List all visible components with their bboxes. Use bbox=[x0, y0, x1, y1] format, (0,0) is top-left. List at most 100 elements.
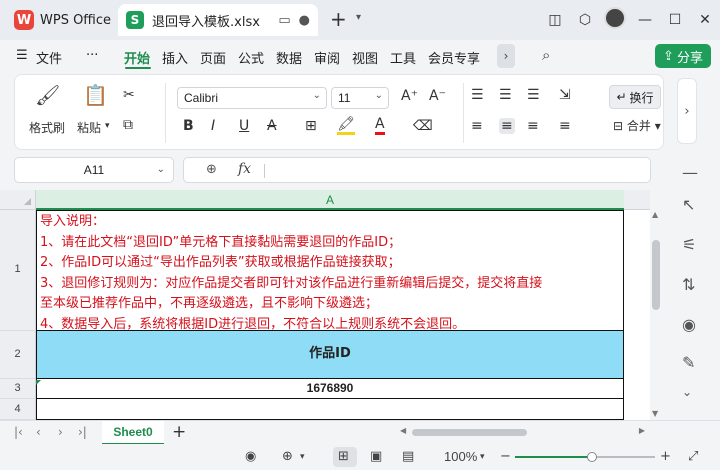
merge-button[interactable]: ⊟ 合并 ▾ bbox=[613, 117, 661, 134]
first-sheet-icon[interactable]: |‹ bbox=[14, 425, 23, 439]
paste-icon[interactable]: 📋 bbox=[83, 83, 108, 107]
monitor-icon[interactable]: ▭ bbox=[278, 13, 290, 28]
align-center-icon[interactable]: ≡ bbox=[499, 118, 515, 134]
new-tab-button[interactable]: + bbox=[330, 8, 347, 30]
scroll-up-icon[interactable]: ▲ bbox=[652, 210, 658, 219]
zoom-slider-knob[interactable] bbox=[587, 452, 597, 462]
unsaved-dot-icon[interactable]: ● bbox=[299, 13, 310, 28]
row-header-1[interactable]: 1 bbox=[0, 210, 36, 331]
next-sheet-icon[interactable]: › bbox=[58, 425, 63, 439]
fx-icon[interactable]: fx bbox=[238, 161, 251, 177]
fill-color-icon[interactable]: 🖍 bbox=[337, 116, 355, 135]
font-color-icon[interactable]: A bbox=[375, 116, 385, 135]
tools-icon[interactable]: ✎ bbox=[682, 353, 695, 372]
chevron-down-icon[interactable]: ▾ bbox=[356, 12, 361, 23]
select-cursor-icon[interactable]: ↖ bbox=[682, 195, 695, 214]
hamburger-icon[interactable]: ☰ bbox=[16, 48, 28, 63]
select-all-corner[interactable] bbox=[0, 190, 36, 210]
cell-a1-instructions[interactable]: 导入说明： 1、请在此文档“退回ID”单元格下直接黏贴需要退回的作品ID； 2、… bbox=[36, 210, 624, 332]
minimize-button[interactable]: — bbox=[630, 12, 660, 28]
chevron-down-icon[interactable]: ▾ bbox=[300, 452, 305, 462]
cell-a4[interactable] bbox=[36, 399, 624, 420]
align-bottom-icon[interactable]: ☰ bbox=[527, 87, 540, 103]
sheet-tab-sheet0[interactable]: Sheet0 bbox=[102, 421, 164, 445]
ribbon-next-icon[interactable]: › bbox=[677, 78, 697, 144]
cell-a2-header[interactable]: 作品ID bbox=[36, 331, 624, 379]
borders-icon[interactable]: ⊞ bbox=[305, 118, 317, 134]
horizontal-scroll-thumb[interactable] bbox=[412, 429, 527, 436]
menu-page[interactable]: 页面 bbox=[200, 48, 226, 67]
sort-icon[interactable]: ⇅ bbox=[682, 275, 695, 294]
paste-label[interactable]: 粘贴 bbox=[77, 119, 101, 136]
strikethrough-icon[interactable]: A bbox=[267, 118, 277, 134]
wps-home-tab[interactable]: W WPS Office bbox=[8, 6, 117, 34]
cube-icon[interactable]: ⬡ bbox=[570, 12, 600, 28]
decrease-font-icon[interactable]: A⁻ bbox=[429, 88, 446, 104]
page-layout-icon[interactable]: ▣ bbox=[370, 449, 382, 464]
scroll-left-icon[interactable]: ◀ bbox=[400, 426, 406, 435]
row-header-4[interactable]: 4 bbox=[0, 399, 36, 420]
wrap-text-button[interactable]: ↵ 换行 bbox=[609, 85, 661, 109]
justify-icon[interactable]: ≡ bbox=[559, 118, 571, 134]
properties-icon[interactable]: ⚟ bbox=[682, 235, 696, 254]
page-break-icon[interactable]: ▤ bbox=[402, 449, 414, 464]
menu-formulas[interactable]: 公式 bbox=[238, 48, 264, 67]
name-box[interactable]: A11 ⌄ bbox=[14, 157, 174, 183]
search-icon[interactable]: ⌕ bbox=[542, 46, 550, 64]
format-painter-icon[interactable]: 🖌 bbox=[35, 83, 60, 107]
vertical-scroll-thumb[interactable] bbox=[652, 240, 660, 310]
underline-icon[interactable]: U bbox=[239, 118, 249, 134]
cell-a3-value[interactable]: 1676890 bbox=[36, 379, 624, 399]
format-painter-label[interactable]: 格式刷 bbox=[29, 119, 65, 136]
fullscreen-icon[interactable]: ⤢ bbox=[688, 449, 698, 464]
menu-data[interactable]: 数据 bbox=[276, 48, 302, 67]
row-header-3[interactable]: 3 bbox=[0, 379, 36, 399]
zoom-slider[interactable] bbox=[515, 452, 655, 462]
increase-font-icon[interactable]: A⁺ bbox=[401, 88, 418, 104]
menu-home[interactable]: 开始 bbox=[124, 48, 150, 67]
ai-icon[interactable]: ◉ bbox=[682, 315, 696, 334]
align-right-icon[interactable]: ≡ bbox=[527, 118, 539, 134]
menu-view[interactable]: 视图 bbox=[352, 48, 378, 67]
layout-icon[interactable]: ◫ bbox=[540, 12, 570, 28]
eye-protection-icon[interactable]: ◉ bbox=[245, 449, 256, 464]
share-button[interactable]: ⇪ 分享 bbox=[655, 44, 711, 68]
add-sheet-button[interactable]: + bbox=[172, 422, 186, 442]
menu-file[interactable]: 文件 bbox=[36, 48, 62, 67]
menu-insert[interactable]: 插入 bbox=[162, 48, 188, 67]
italic-icon[interactable]: I bbox=[211, 118, 215, 134]
more-icon[interactable]: ··· bbox=[86, 48, 98, 63]
maximize-button[interactable]: ☐ bbox=[660, 12, 690, 28]
collapse-icon[interactable]: — bbox=[682, 163, 698, 182]
last-sheet-icon[interactable]: ›| bbox=[78, 425, 87, 439]
close-button[interactable]: ✕ bbox=[690, 12, 720, 28]
user-avatar[interactable] bbox=[600, 7, 630, 33]
zoom-level[interactable]: 100% bbox=[444, 449, 477, 464]
copy-icon[interactable]: ⧉ bbox=[123, 117, 133, 133]
column-header-a[interactable]: A bbox=[36, 190, 624, 210]
horizontal-scrollbar[interactable]: ◀ ▶ bbox=[400, 426, 645, 437]
align-middle-icon[interactable]: ☰ bbox=[499, 87, 512, 103]
row-header-2[interactable]: 2 bbox=[0, 331, 36, 379]
menu-member[interactable]: 会员专享 bbox=[428, 48, 480, 67]
paste-dropdown-icon[interactable]: ▾ bbox=[105, 121, 110, 131]
bold-icon[interactable]: B bbox=[183, 118, 194, 134]
align-left-icon[interactable]: ≡ bbox=[471, 118, 483, 134]
expand-panel-icon[interactable]: ⌄ bbox=[682, 385, 692, 399]
font-name-select[interactable]: Calibri ⌄ bbox=[177, 87, 327, 109]
menu-tools[interactable]: 工具 bbox=[390, 48, 416, 67]
zoom-dropdown-icon[interactable]: ▾ bbox=[480, 452, 485, 462]
formula-input[interactable]: ⊕ fx bbox=[183, 157, 651, 183]
menu-review[interactable]: 审阅 bbox=[314, 48, 340, 67]
zoom-formula-icon[interactable]: ⊕ bbox=[206, 162, 217, 177]
eraser-icon[interactable]: ⌫ bbox=[413, 118, 433, 134]
orientation-icon[interactable]: ⇲ bbox=[559, 87, 571, 103]
normal-view-icon[interactable]: ⊞ bbox=[338, 449, 349, 464]
zoom-in-icon[interactable]: + bbox=[660, 449, 671, 464]
document-tab[interactable]: S 退回导入模板.xlsx ▭ ● bbox=[118, 4, 318, 36]
align-top-icon[interactable]: ☰ bbox=[471, 87, 484, 103]
menu-scroll-right-icon[interactable]: › bbox=[497, 44, 515, 68]
vertical-scrollbar[interactable]: ▲ ▼ bbox=[650, 210, 662, 420]
scroll-right-icon[interactable]: ▶ bbox=[639, 426, 645, 435]
layout-mode-icon[interactable]: ⊕ bbox=[282, 449, 293, 464]
